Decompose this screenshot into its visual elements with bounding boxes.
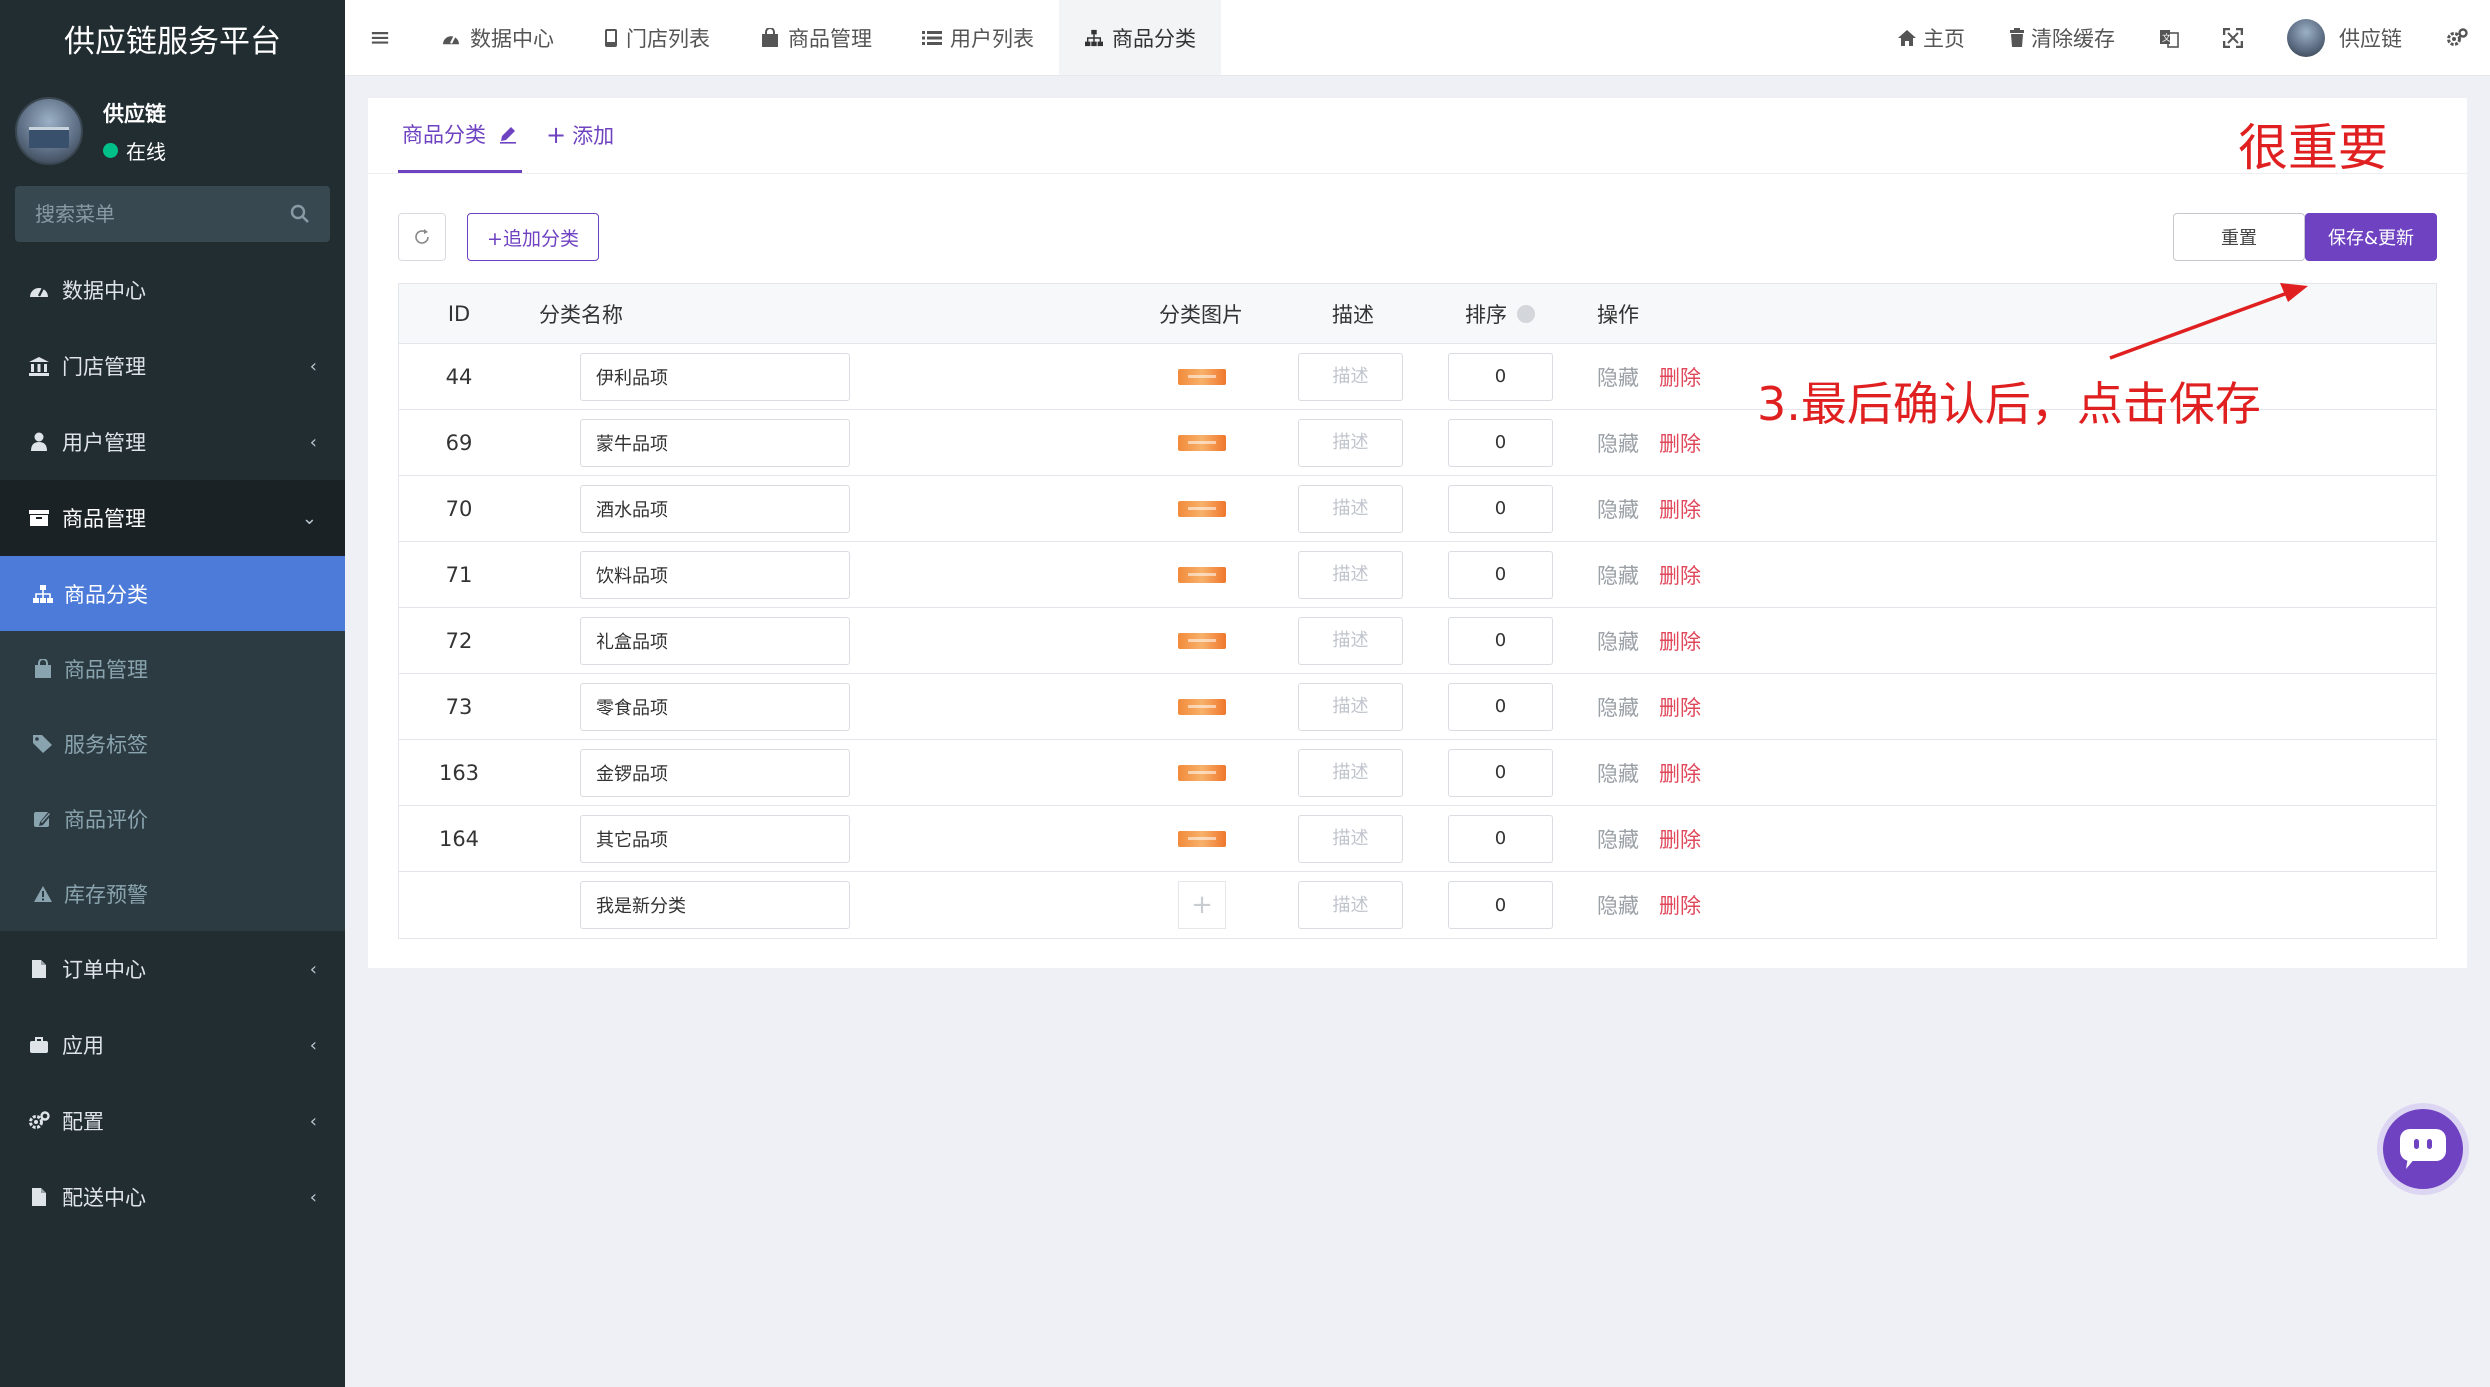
annotation-arrow [2109, 283, 2308, 360]
chat-icon [2400, 1129, 2446, 1169]
chat-button[interactable] [2383, 1109, 2463, 1189]
